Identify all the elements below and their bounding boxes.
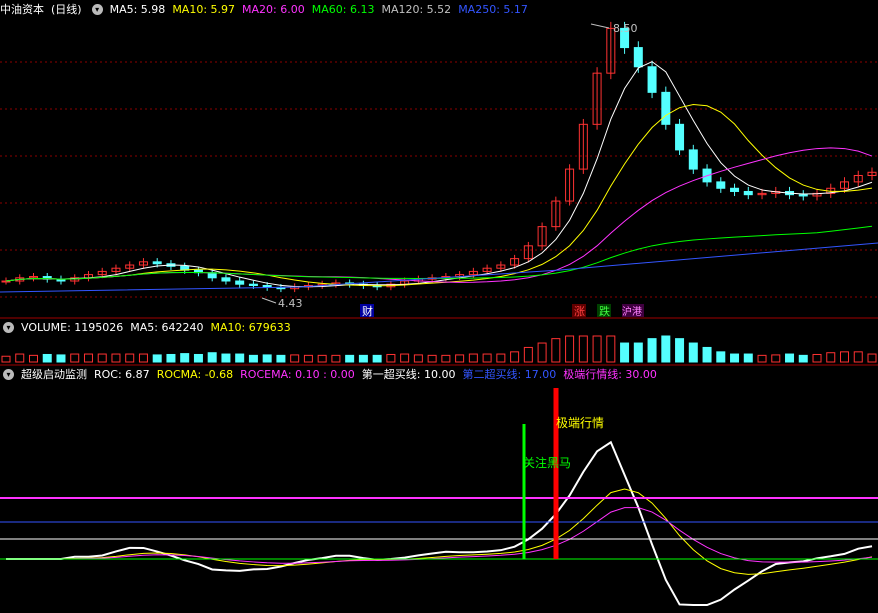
- candle-body: [675, 123, 685, 151]
- indicator-line: [6, 488, 873, 575]
- volume-bar: [812, 353, 822, 363]
- candle-body: [716, 181, 726, 189]
- candle-body: [152, 261, 162, 265]
- volume-bar: [413, 354, 423, 363]
- volume-bar: [400, 353, 410, 363]
- volume-bar: [152, 354, 162, 363]
- volume-bar: [785, 353, 795, 363]
- volume-bar: [56, 354, 66, 363]
- volume-bar: [551, 338, 561, 363]
- fall-badge-label: 跌: [599, 304, 610, 318]
- dark-horse-annotation: 关注黑马: [523, 455, 571, 470]
- volume-bar: [455, 354, 465, 363]
- ma-line: [5, 103, 873, 287]
- volume-bar: [262, 354, 272, 363]
- volume-bar: [798, 354, 808, 363]
- volume-bar: [702, 346, 712, 363]
- candle-body: [248, 283, 258, 286]
- candle-body: [221, 277, 231, 282]
- volume-bar: [372, 354, 382, 363]
- volume-bar: [757, 354, 767, 363]
- volume-bar: [138, 353, 148, 363]
- finance-badge-label: 财: [362, 304, 373, 318]
- volume-bar: [510, 351, 520, 363]
- volume-bar: [235, 353, 245, 363]
- volume-bar: [193, 353, 203, 363]
- volume-bar: [771, 354, 781, 363]
- volume-bar: [592, 335, 602, 363]
- volume-bar: [15, 353, 25, 363]
- indicator-lines: [6, 440, 873, 606]
- volume-bar: [166, 353, 176, 363]
- volume-bar: [496, 353, 506, 363]
- volume-bar: [537, 342, 547, 363]
- volume-bar: [248, 354, 258, 363]
- volume-bar: [743, 353, 753, 363]
- volume-bar: [620, 342, 630, 363]
- volume-bar: [290, 354, 300, 363]
- candle-body: [798, 194, 808, 197]
- volume-bar: [840, 351, 850, 363]
- volume-bar: [730, 353, 740, 363]
- chart-canvas[interactable]: 8.50 4.43 财 涨 跌 沪港 极端行情 关注黑马: [0, 0, 878, 613]
- volume-bar: [180, 353, 190, 363]
- candle-body: [633, 47, 643, 68]
- volume-bar: [1, 355, 11, 363]
- volume-bar: [70, 353, 80, 363]
- volume-bar: [661, 335, 671, 363]
- ma-line: [5, 225, 873, 282]
- volume-bar: [716, 351, 726, 363]
- volume-bar: [83, 353, 93, 363]
- volume-bar: [125, 353, 135, 363]
- volume-bar: [688, 342, 698, 363]
- volume-bar: [565, 335, 575, 363]
- volume-bar: [303, 354, 313, 363]
- candle-body: [730, 187, 740, 192]
- volume-bar: [97, 353, 107, 363]
- volume-bar: [826, 352, 836, 363]
- extreme-annotation: 极端行情: [556, 416, 604, 430]
- volume-bar: [867, 353, 877, 363]
- volume-bar: [468, 353, 478, 363]
- candle-body: [235, 280, 245, 285]
- volume-bar: [42, 353, 52, 363]
- volume-bar: [28, 354, 38, 363]
- high-price-label: 8.50: [613, 22, 638, 35]
- volume-bar: [276, 354, 286, 363]
- indicator-line: [6, 440, 873, 606]
- ma-line: [5, 147, 873, 283]
- volume-bar: [427, 354, 437, 363]
- candle-body: [661, 91, 671, 125]
- volume-bar: [482, 353, 492, 363]
- hk-connect-badge-label: 沪港: [622, 305, 642, 318]
- volume-bar: [578, 335, 588, 363]
- low-price-label: 4.43: [278, 297, 303, 310]
- volume-bar: [633, 342, 643, 363]
- volume-bar: [675, 338, 685, 363]
- candle-body: [207, 272, 217, 279]
- candlestick-series: [1, 21, 877, 293]
- candle-body: [743, 190, 753, 196]
- candle-body: [647, 66, 657, 93]
- indicator-line: [6, 507, 873, 564]
- volume-bar: [647, 338, 657, 363]
- volume-bar: [331, 354, 341, 363]
- rise-badge-label: 涨: [574, 305, 585, 318]
- volume-bar: [221, 353, 231, 363]
- volume-bar: [441, 354, 451, 363]
- volume-bar: [606, 335, 616, 363]
- volume-bar: [345, 354, 355, 363]
- volume-bar: [386, 353, 396, 363]
- volume-bars: [1, 335, 877, 363]
- candle-body: [688, 149, 698, 170]
- volume-bar: [317, 354, 327, 363]
- volume-bar: [853, 351, 863, 363]
- moving-average-lines: [0, 61, 878, 293]
- volume-bar: [523, 346, 533, 363]
- ma-line: [5, 61, 873, 288]
- volume-bar: [207, 352, 217, 363]
- volume-bar: [111, 353, 121, 363]
- volume-bar: [358, 354, 368, 363]
